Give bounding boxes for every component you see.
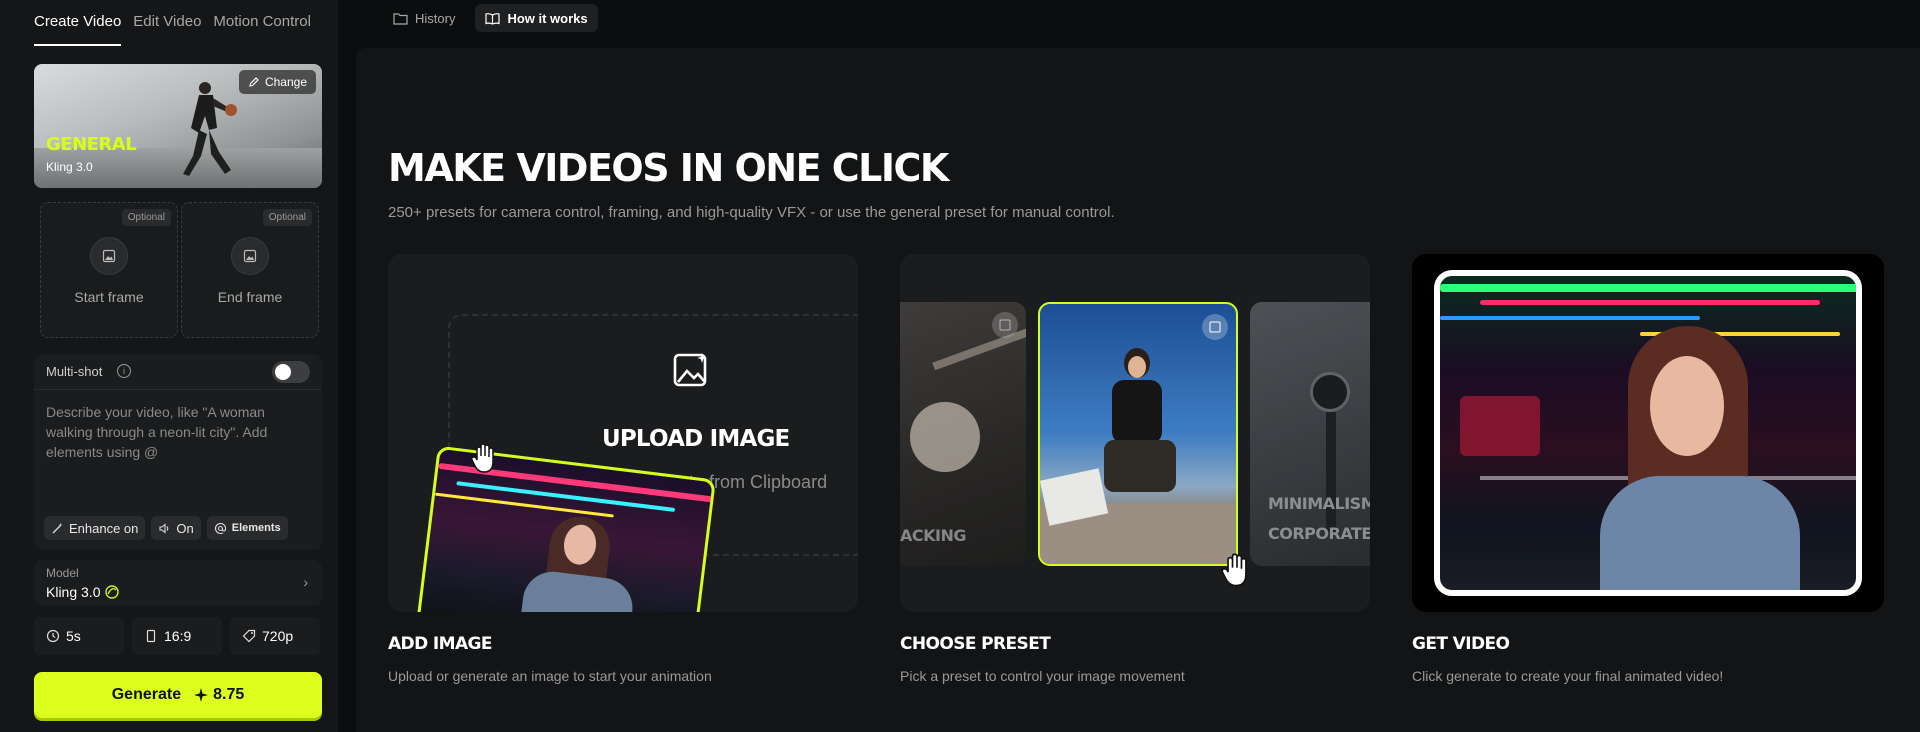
- step-2-description: Pick a preset to control your image move…: [900, 668, 1185, 684]
- elements-chip[interactable]: Elements: [206, 516, 288, 540]
- top-nav: History How it works: [383, 4, 598, 32]
- clock-icon: [46, 629, 60, 643]
- tab-edit-video[interactable]: Edit Video: [133, 0, 201, 46]
- left-panel: Create Video Edit Video Motion Control C…: [0, 0, 338, 732]
- multishot-row: Multi-shot i: [34, 354, 322, 390]
- upload-image-title: UPLOAD IMAGE: [602, 426, 790, 452]
- step-2-title: CHOOSE PRESET: [900, 634, 1051, 654]
- enhance-label: Enhance on: [69, 520, 139, 536]
- hand-cursor-icon: [471, 443, 494, 473]
- tab-create-video[interactable]: Create Video: [34, 0, 122, 46]
- end-frame-label: End frame: [217, 289, 283, 305]
- preset-model: Kling 3.0: [46, 160, 93, 174]
- change-preset-button[interactable]: Change: [238, 70, 316, 94]
- pencil-icon: [249, 77, 259, 87]
- elements-label: Elements: [231, 522, 281, 534]
- multishot-toggle[interactable]: [272, 361, 310, 383]
- generate-button[interactable]: Generate 8.75: [34, 672, 322, 718]
- resolution-value: 720p: [262, 628, 294, 644]
- image-icon: [992, 312, 1018, 338]
- generate-label: Generate: [111, 686, 182, 703]
- mode-tabs: Create Video Edit Video Motion Control: [34, 0, 311, 46]
- model-value: Kling 3.0: [46, 584, 101, 600]
- add-image-icon: [673, 353, 707, 387]
- preset-right-label-2: CORPORATE: [1268, 524, 1370, 543]
- preset-thumb-left[interactable]: ACKING: [900, 302, 1026, 566]
- tag-icon: [242, 629, 256, 643]
- model-selector[interactable]: Model Kling 3.0 ›: [34, 560, 322, 606]
- history-button[interactable]: History: [383, 4, 465, 32]
- hand-cursor-icon: [1221, 553, 1247, 587]
- preset-thumb-selected[interactable]: [1038, 302, 1238, 566]
- generation-options: 5s 16:9 720p: [34, 617, 320, 655]
- sparkle-icon: [194, 688, 209, 702]
- image-icon: [1202, 314, 1228, 340]
- preset-left-label: ACKING: [900, 526, 967, 545]
- how-it-works-label: How it works: [507, 10, 588, 26]
- step-choose-preset-visual: ACKING MINIMALISM CORPORATE: [900, 254, 1370, 612]
- preset-name: GENERAL: [46, 134, 137, 155]
- aspect-ratio-value: 16:9: [164, 628, 192, 644]
- speaker-icon: [159, 522, 169, 534]
- preset-card[interactable]: Change GENERAL Kling 3.0: [34, 64, 322, 188]
- start-frame-label: Start frame: [74, 289, 144, 305]
- duration-button[interactable]: 5s: [34, 617, 124, 655]
- book-icon: [485, 12, 501, 25]
- enhance-chip[interactable]: Enhance on: [44, 516, 146, 540]
- step-add-image-visual: UPLOAD IMAGE Paste from Clipboard: [388, 254, 858, 612]
- info-icon[interactable]: i: [117, 364, 131, 378]
- preset-thumb-right[interactable]: MINIMALISM CORPORATE: [1250, 302, 1370, 566]
- duration-value: 5s: [66, 628, 81, 644]
- page-headline: MAKE VIDEOS IN ONE CLICK: [388, 146, 949, 190]
- step-get-video-visual: [1412, 254, 1884, 612]
- model-label: Model: [46, 566, 79, 580]
- prompt-chips: Enhance on On Elements: [44, 516, 288, 540]
- step-1-description: Upload or generate an image to start you…: [388, 668, 712, 684]
- page-subline: 250+ presets for camera control, framing…: [388, 204, 1115, 221]
- end-frame-upload[interactable]: Optional End frame: [181, 202, 319, 338]
- preset-thumbnail-player: [183, 82, 237, 176]
- how-it-works-button[interactable]: How it works: [475, 4, 598, 32]
- aspect-ratio-icon: [146, 629, 156, 643]
- at-sign-icon: [214, 522, 226, 534]
- sound-chip[interactable]: On: [151, 516, 201, 540]
- optional-badge: Optional: [121, 209, 171, 226]
- multishot-label: Multi-shot: [46, 364, 103, 379]
- result-video-preview[interactable]: [1434, 270, 1862, 596]
- prompt-box: Multi-shot i Describe your video, like "…: [34, 354, 322, 550]
- sound-label: On: [176, 520, 194, 536]
- tab-motion-control[interactable]: Motion Control: [213, 0, 311, 46]
- preset-right-label-1: MINIMALISM: [1268, 494, 1370, 513]
- image-icon: [231, 237, 269, 275]
- kling-logo-icon: [105, 585, 120, 599]
- aspect-ratio-button[interactable]: 16:9: [132, 617, 222, 655]
- chevron-right-icon: ›: [303, 574, 308, 590]
- start-frame-upload[interactable]: Optional Start frame: [40, 202, 178, 338]
- image-icon: [90, 237, 128, 275]
- folder-icon: [393, 12, 408, 25]
- step-3-title: GET VIDEO: [1412, 634, 1510, 654]
- app: Create Video Edit Video Motion Control C…: [0, 0, 1920, 732]
- magic-wand-icon: [52, 522, 63, 533]
- generate-cost: 8.75: [193, 686, 244, 704]
- generate-cost-value: 8.75: [213, 686, 245, 703]
- step-3-description: Click generate to create your final anim…: [1412, 668, 1724, 684]
- change-preset-label: Change: [264, 75, 307, 89]
- resolution-button[interactable]: 720p: [230, 617, 320, 655]
- optional-badge: Optional: [262, 209, 312, 226]
- history-label: History: [415, 10, 456, 26]
- prompt-input[interactable]: Describe your video, like "A woman walki…: [46, 402, 310, 482]
- step-1-title: ADD IMAGE: [388, 634, 492, 654]
- model-value-row: Kling 3.0: [46, 584, 120, 600]
